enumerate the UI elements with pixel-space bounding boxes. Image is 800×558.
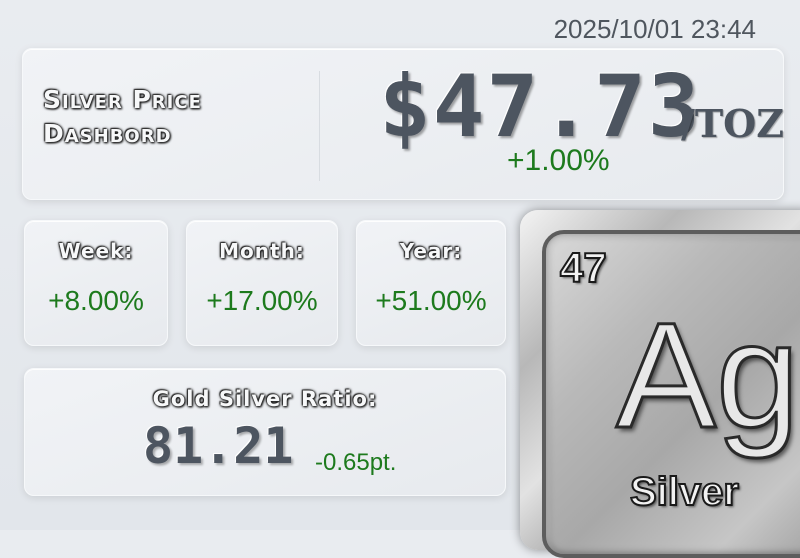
- element-symbol: Ag: [614, 291, 800, 459]
- year-label: Year:: [399, 239, 463, 263]
- silver-price: $47.73: [379, 57, 702, 157]
- year-value: +51.00%: [375, 285, 487, 316]
- dashboard-title-line1: Silver Price: [43, 85, 202, 114]
- silver-element-tile: 47 Ag Silver: [520, 210, 800, 558]
- daily-change: +1.00%: [507, 144, 610, 177]
- month-change-card: Month: +17.00%: [186, 220, 338, 346]
- week-change-card: Week: +8.00%: [24, 220, 168, 346]
- price-unit: /TOZ: [681, 101, 784, 146]
- atomic-number: 47: [559, 243, 608, 292]
- element-name: Silver: [629, 469, 740, 515]
- week-value: +8.00%: [48, 285, 144, 316]
- header-divider: [319, 71, 320, 181]
- dashboard-title-line2: Dashbord: [43, 119, 172, 148]
- month-value: +17.00%: [206, 285, 318, 316]
- year-change-card: Year: +51.00%: [356, 220, 506, 346]
- element-tile-face: 47 Ag Silver: [542, 230, 800, 558]
- week-label: Week:: [58, 239, 134, 263]
- ratio-label: Gold Silver Ratio:: [152, 387, 378, 411]
- month-label: Month:: [219, 239, 305, 263]
- gold-silver-ratio-card: Gold Silver Ratio: 81.21 -0.65pt.: [24, 368, 506, 496]
- ratio-value: 81.21: [143, 417, 294, 475]
- ratio-change: -0.65pt.: [315, 449, 397, 476]
- timestamp: 2025/10/01 23:44: [553, 14, 756, 44]
- price-header-card: Silver Price Dashbord $47.73 /TOZ +1.00%: [22, 48, 784, 200]
